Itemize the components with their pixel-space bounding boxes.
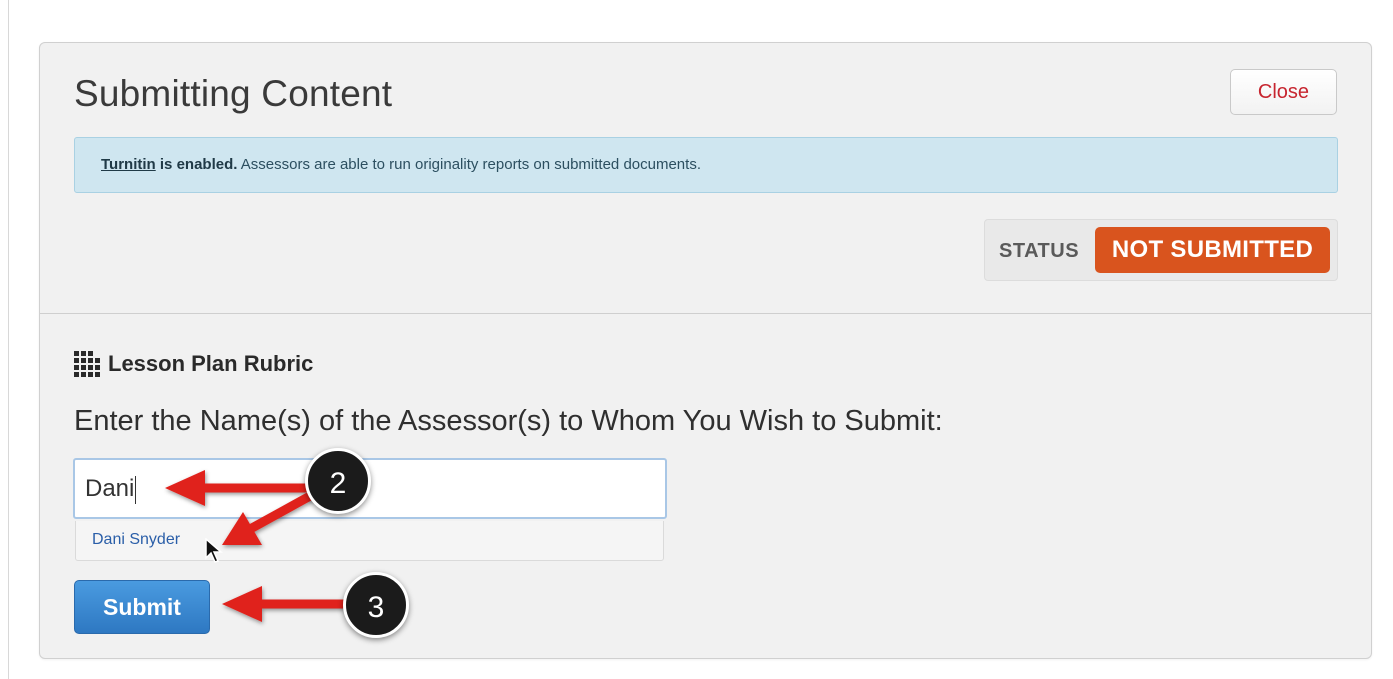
text-caret xyxy=(135,475,137,504)
assessor-input-value: Dani xyxy=(85,475,135,502)
submit-button[interactable]: Submit xyxy=(74,580,210,634)
step-2-badge: 2 xyxy=(305,448,371,514)
rubric-heading: Lesson Plan Rubric xyxy=(74,351,313,377)
mouse-pointer-icon xyxy=(205,538,223,563)
status-label: STATUS xyxy=(999,240,1080,262)
status-badge: NOT SUBMITTED xyxy=(1095,227,1330,273)
status-container: STATUS NOT SUBMITTED xyxy=(984,219,1338,281)
turnitin-alert: Turnitin is enabled. Assessors are able … xyxy=(74,137,1338,193)
assessor-suggestions: Dani Snyder xyxy=(75,521,664,561)
alert-enabled-text: is enabled. xyxy=(155,156,238,173)
section-divider xyxy=(40,313,1371,314)
rubric-title: Lesson Plan Rubric xyxy=(108,351,314,376)
submit-dialog: Submitting Content Close Turnitin is ena… xyxy=(39,42,1372,659)
dialog-title: Submitting Content xyxy=(74,73,393,114)
turnitin-link[interactable]: Turnitin xyxy=(101,156,156,173)
assessor-prompt: Enter the Name(s) of the Assessor(s) to … xyxy=(74,405,943,437)
grid-icon xyxy=(74,351,100,377)
alert-message: Assessors are able to run originality re… xyxy=(237,156,701,173)
suggestion-item[interactable]: Dani Snyder xyxy=(92,531,180,549)
close-button[interactable]: Close xyxy=(1230,69,1337,115)
step-3-badge: 3 xyxy=(343,572,409,638)
